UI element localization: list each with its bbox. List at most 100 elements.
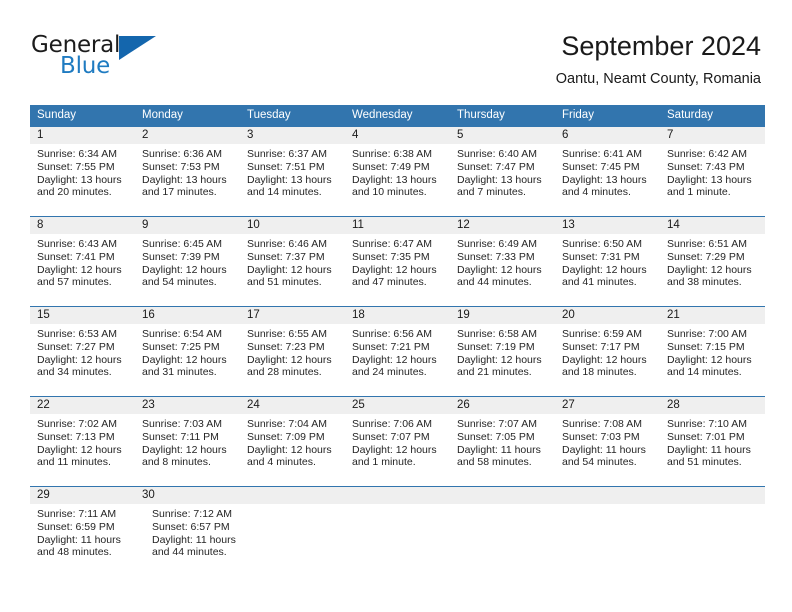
sunset-text: Sunset: 7:41 PM	[37, 250, 115, 263]
day-number[interactable]: 27	[555, 397, 660, 414]
sunset-text: Sunset: 7:51 PM	[247, 160, 325, 173]
daylight-text-line1: Daylight: 13 hours	[37, 173, 122, 186]
sunrise-text: Sunrise: 6:55 AM	[247, 328, 327, 340]
day-number[interactable]: 1	[30, 127, 135, 144]
day-number[interactable]: 14	[660, 217, 765, 234]
day-cell-empty	[563, 504, 664, 576]
day-number[interactable]: 23	[135, 397, 240, 414]
day-number[interactable]: 7	[660, 127, 765, 144]
day-number[interactable]: 16	[135, 307, 240, 324]
day-number[interactable]: 8	[30, 217, 135, 234]
sunrise-text: Sunrise: 7:03 AM	[142, 418, 222, 430]
day-number[interactable]: 5	[450, 127, 555, 144]
day-number[interactable]: 9	[135, 217, 240, 234]
day-cell: Sunrise: 7:10 AM Sunset: 7:01 PM Dayligh…	[660, 414, 765, 486]
day-number[interactable]: 19	[450, 307, 555, 324]
sunrise-text: Sunrise: 7:08 AM	[562, 418, 642, 430]
day-number[interactable]: 6	[555, 127, 660, 144]
day-number[interactable]: 22	[30, 397, 135, 414]
sunset-text: Sunset: 7:01 PM	[667, 430, 745, 443]
daylight-text-line2: and 31 minutes.	[142, 366, 217, 379]
daylight-text-line2: and 38 minutes.	[667, 276, 742, 289]
sunrise-text: Sunrise: 6:46 AM	[247, 238, 327, 250]
daylight-text-line2: and 4 minutes.	[562, 186, 631, 199]
daylight-text-line1: Daylight: 12 hours	[352, 263, 437, 276]
daylight-text-line1: Daylight: 13 hours	[247, 173, 332, 186]
page-header: General Blue September 2024 Oantu, Neamt…	[0, 0, 792, 100]
sunset-text: Sunset: 7:15 PM	[667, 340, 745, 353]
day-number[interactable]: 15	[30, 307, 135, 324]
sunrise-text: Sunrise: 7:04 AM	[247, 418, 327, 430]
sunrise-text: Sunrise: 6:38 AM	[352, 148, 432, 160]
day-number[interactable]: 2	[135, 127, 240, 144]
sunrise-text: Sunrise: 6:59 AM	[562, 328, 642, 340]
day-number[interactable]: 26	[450, 397, 555, 414]
sunset-text: Sunset: 6:57 PM	[152, 520, 230, 533]
day-number[interactable]: 11	[345, 217, 450, 234]
daylight-text-line1: Daylight: 12 hours	[562, 353, 647, 366]
day-cell: Sunrise: 7:07 AM Sunset: 7:05 PM Dayligh…	[450, 414, 555, 486]
day-number[interactable]: 18	[345, 307, 450, 324]
day-number[interactable]: 30	[135, 487, 240, 504]
sunrise-text: Sunrise: 6:50 AM	[562, 238, 642, 250]
day-number[interactable]: 24	[240, 397, 345, 414]
day-number[interactable]: 25	[345, 397, 450, 414]
general-blue-logo: General Blue	[31, 33, 261, 89]
day-detail-row: Sunrise: 7:02 AM Sunset: 7:13 PM Dayligh…	[30, 414, 765, 486]
weekday-header-sunday: Sunday	[37, 109, 77, 121]
day-number[interactable]: 10	[240, 217, 345, 234]
week-row: 15 16 17 18 19 20 21 Sunrise: 6:53 AM Su…	[30, 306, 765, 396]
day-cell: Sunrise: 7:11 AM Sunset: 6:59 PM Dayligh…	[30, 504, 145, 576]
sunrise-text: Sunrise: 6:42 AM	[667, 148, 747, 160]
day-number-empty	[240, 487, 345, 504]
day-number[interactable]: 17	[240, 307, 345, 324]
sunset-text: Sunset: 7:37 PM	[247, 250, 325, 263]
day-number[interactable]: 3	[240, 127, 345, 144]
daylight-text-line2: and 11 minutes.	[37, 456, 111, 469]
week-row: 22 23 24 25 26 27 28 Sunrise: 7:02 AM Su…	[30, 396, 765, 486]
daylight-text-line1: Daylight: 12 hours	[142, 263, 227, 276]
sunrise-text: Sunrise: 6:53 AM	[37, 328, 117, 340]
day-cell: Sunrise: 7:04 AM Sunset: 7:09 PM Dayligh…	[240, 414, 345, 486]
day-number[interactable]: 21	[660, 307, 765, 324]
title-block: September 2024 Oantu, Neamt County, Roma…	[556, 30, 761, 88]
day-number[interactable]: 29	[30, 487, 135, 504]
sunrise-text: Sunrise: 7:02 AM	[37, 418, 117, 430]
day-cell: Sunrise: 6:38 AM Sunset: 7:49 PM Dayligh…	[345, 144, 450, 216]
weekday-header-tuesday: Tuesday	[247, 109, 291, 121]
daylight-text-line1: Daylight: 12 hours	[37, 353, 122, 366]
day-cell: Sunrise: 6:54 AM Sunset: 7:25 PM Dayligh…	[135, 324, 240, 396]
day-number[interactable]: 13	[555, 217, 660, 234]
sunset-text: Sunset: 7:25 PM	[142, 340, 220, 353]
day-cell: Sunrise: 6:43 AM Sunset: 7:41 PM Dayligh…	[30, 234, 135, 306]
daylight-text-line2: and 44 minutes.	[457, 276, 532, 289]
day-number[interactable]: 20	[555, 307, 660, 324]
day-cell: Sunrise: 6:50 AM Sunset: 7:31 PM Dayligh…	[555, 234, 660, 306]
daylight-text-line2: and 14 minutes.	[667, 366, 742, 379]
weekday-header-monday: Monday	[142, 109, 183, 121]
daylight-text-line1: Daylight: 12 hours	[142, 443, 227, 456]
daylight-text-line2: and 48 minutes.	[37, 546, 112, 559]
logo-text-blue: Blue	[60, 53, 111, 79]
day-cell-empty	[664, 504, 765, 576]
daylight-text-line2: and 41 minutes.	[562, 276, 637, 289]
daylight-text-line1: Daylight: 12 hours	[457, 263, 542, 276]
day-number[interactable]: 12	[450, 217, 555, 234]
page-title: September 2024	[561, 31, 761, 61]
day-number[interactable]: 4	[345, 127, 450, 144]
sunrise-text: Sunrise: 7:07 AM	[457, 418, 537, 430]
daylight-text-line1: Daylight: 12 hours	[37, 263, 122, 276]
sunset-text: Sunset: 7:47 PM	[457, 160, 535, 173]
day-cell: Sunrise: 6:55 AM Sunset: 7:23 PM Dayligh…	[240, 324, 345, 396]
weekday-header-thursday: Thursday	[457, 109, 505, 121]
day-cell: Sunrise: 7:06 AM Sunset: 7:07 PM Dayligh…	[345, 414, 450, 486]
sunset-text: Sunset: 7:05 PM	[457, 430, 535, 443]
daylight-text-line1: Daylight: 12 hours	[352, 353, 437, 366]
day-number-empty	[555, 487, 660, 504]
daylight-text-line1: Daylight: 13 hours	[142, 173, 227, 186]
daylight-text-line1: Daylight: 11 hours	[152, 533, 236, 546]
day-cell: Sunrise: 6:51 AM Sunset: 7:29 PM Dayligh…	[660, 234, 765, 306]
week-row: 8 9 10 11 12 13 14 Sunrise: 6:43 AM Suns…	[30, 216, 765, 306]
day-number-row: 22 23 24 25 26 27 28	[30, 397, 765, 414]
day-number[interactable]: 28	[660, 397, 765, 414]
